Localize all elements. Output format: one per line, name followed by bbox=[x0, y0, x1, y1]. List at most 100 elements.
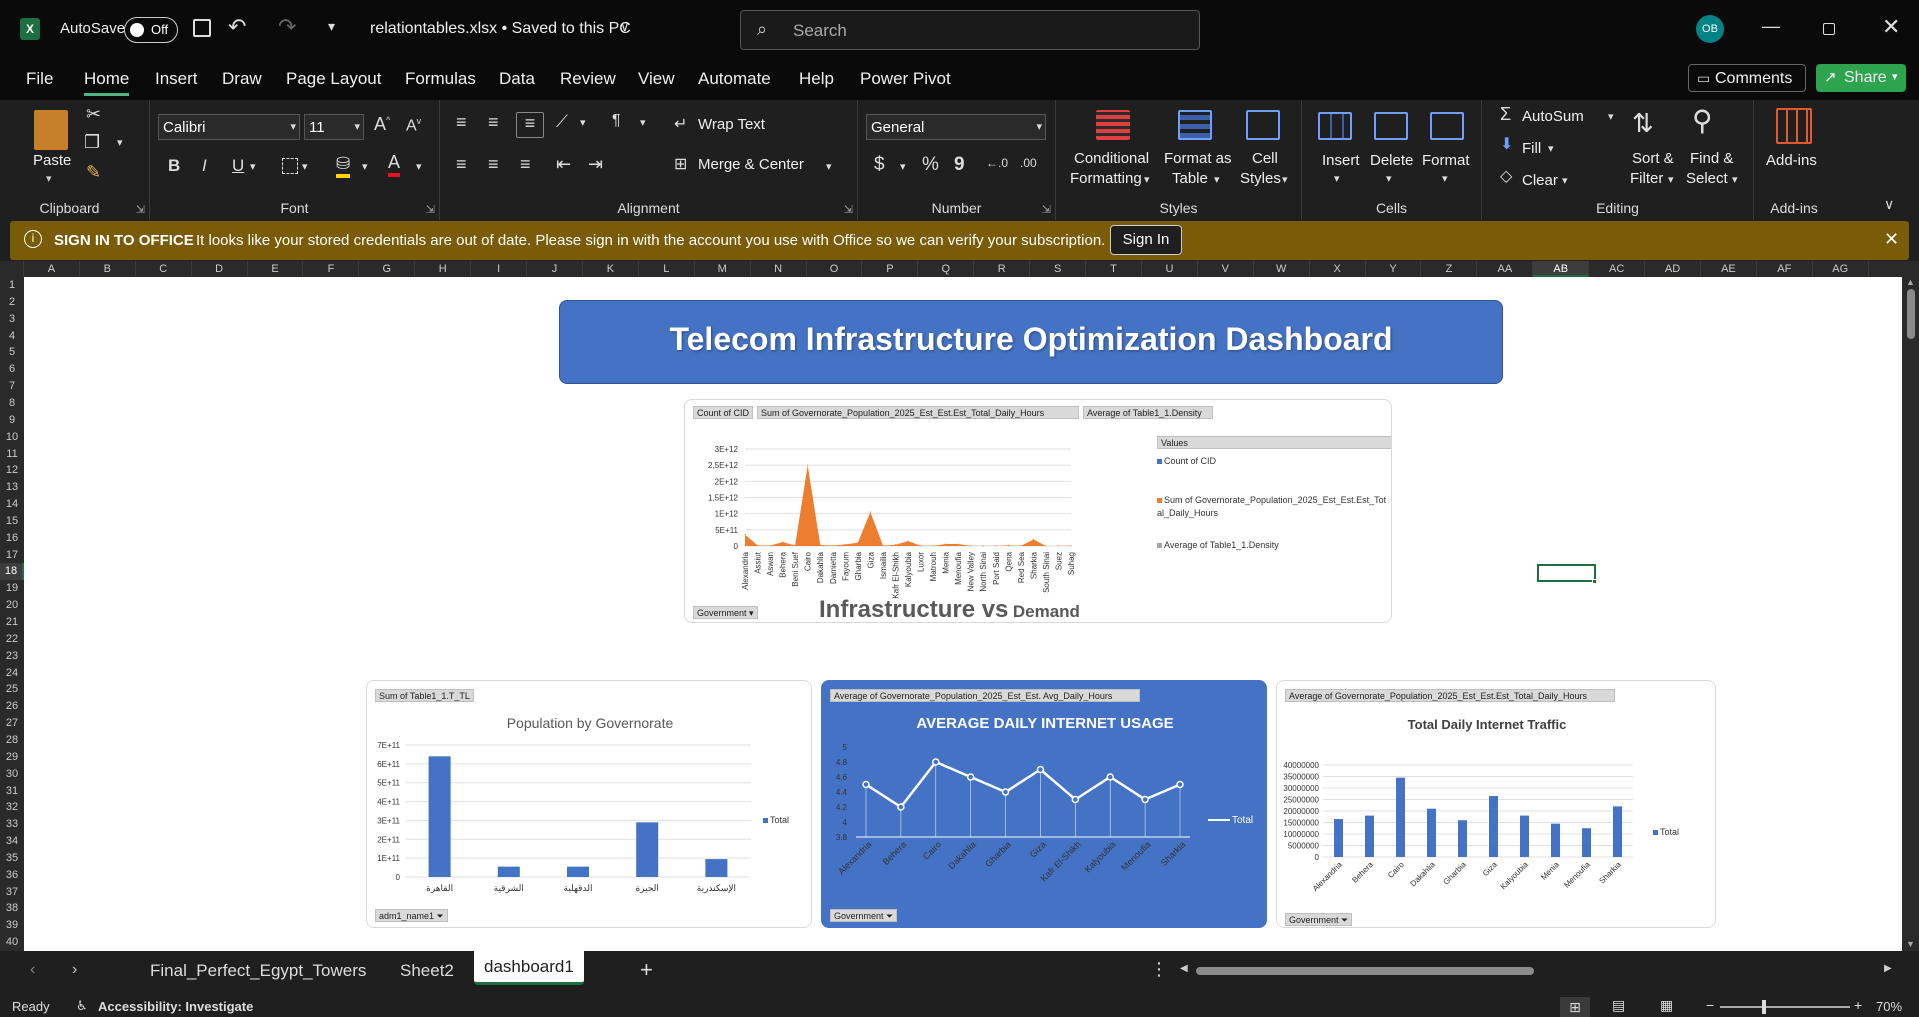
search-box[interactable]: ⌕ Search bbox=[740, 10, 1200, 50]
fill-chevron-icon[interactable]: ▾ bbox=[1548, 142, 1554, 155]
text-direction-chevron-icon[interactable]: ▾ bbox=[640, 116, 646, 129]
addins-button[interactable]: Add-ins bbox=[1766, 152, 1817, 169]
fill-handle[interactable] bbox=[1592, 579, 1597, 584]
close-icon[interactable]: ✕ bbox=[1882, 14, 1900, 40]
find-select-chevron-icon[interactable]: ▾ bbox=[1732, 173, 1738, 186]
delete-cells-chevron-icon[interactable]: ▾ bbox=[1386, 172, 1392, 185]
cell-styles-line1[interactable]: Cell bbox=[1252, 150, 1278, 167]
decrease-indent-icon[interactable]: ⇤ bbox=[556, 154, 571, 175]
format-cells-icon[interactable] bbox=[1430, 112, 1464, 140]
align-center-icon[interactable]: ≡ bbox=[488, 154, 499, 175]
column-header[interactable]: AC bbox=[1589, 261, 1646, 277]
row-header[interactable]: 27 bbox=[0, 715, 24, 732]
row-header[interactable]: 15 bbox=[0, 513, 24, 530]
tab-prev-icon[interactable]: ‹ bbox=[30, 961, 35, 979]
share-button[interactable]: ↗ Share ▾ bbox=[1816, 64, 1906, 92]
column-header[interactable]: K bbox=[583, 261, 639, 277]
column-header[interactable]: AA bbox=[1477, 261, 1534, 277]
align-top-icon[interactable]: ≡ bbox=[456, 112, 467, 133]
increase-font-icon[interactable]: A^ bbox=[374, 114, 390, 135]
row-header[interactable]: 20 bbox=[0, 597, 24, 614]
addins-icon[interactable] bbox=[1776, 108, 1812, 144]
sheet-tab[interactable]: Final_Perfect_Egypt_Towers bbox=[140, 951, 376, 991]
column-header[interactable]: V bbox=[1198, 261, 1254, 277]
axis-button-government-usage[interactable]: Government ⏷ bbox=[830, 909, 898, 922]
increase-decimal-icon[interactable]: ←.0 bbox=[986, 156, 1008, 170]
comma-button[interactable]: 9 bbox=[954, 154, 965, 176]
merge-center-button[interactable]: Merge & Center bbox=[698, 156, 804, 173]
row-header[interactable]: 14 bbox=[0, 496, 24, 513]
accessibility-status[interactable]: Accessibility: Investigate bbox=[98, 999, 253, 1014]
cell-styles-icon[interactable] bbox=[1246, 110, 1280, 140]
row-header[interactable]: 36 bbox=[0, 867, 24, 884]
zoom-level[interactable]: 70% bbox=[1876, 999, 1902, 1014]
zoom-in-icon[interactable]: + bbox=[1854, 997, 1862, 1013]
row-header[interactable]: 19 bbox=[0, 580, 24, 597]
bold-button[interactable]: B bbox=[168, 156, 180, 176]
format-as-table-line1[interactable]: Format as bbox=[1164, 150, 1232, 167]
row-header[interactable]: 22 bbox=[0, 631, 24, 648]
add-sheet-icon[interactable]: + bbox=[640, 957, 653, 983]
column-header[interactable]: F bbox=[304, 261, 360, 277]
menu-home[interactable]: Home bbox=[84, 69, 130, 96]
column-header[interactable]: M bbox=[695, 261, 751, 277]
italic-button[interactable]: I bbox=[202, 156, 207, 176]
axis-button-government-traffic[interactable]: Government ⏷ bbox=[1285, 913, 1353, 926]
row-header[interactable]: 16 bbox=[0, 530, 24, 547]
font-color-icon[interactable]: A bbox=[388, 152, 401, 177]
column-header[interactable]: D bbox=[192, 261, 248, 277]
insert-cells-chevron-icon[interactable]: ▾ bbox=[1334, 172, 1340, 185]
row-header[interactable]: 7 bbox=[0, 378, 24, 395]
menu-view[interactable]: View bbox=[638, 69, 675, 89]
row-header[interactable]: 23 bbox=[0, 648, 24, 665]
paste-icon[interactable] bbox=[34, 110, 68, 150]
wrap-text-icon[interactable]: ↵ bbox=[674, 114, 687, 134]
scroll-down-icon[interactable]: ▼ bbox=[1906, 939, 1915, 949]
row-header[interactable]: 5 bbox=[0, 344, 24, 361]
clear-button[interactable]: Clear bbox=[1522, 172, 1558, 189]
column-header[interactable]: AG bbox=[1813, 261, 1869, 277]
customize-qat-icon[interactable]: ▾ bbox=[328, 18, 335, 35]
row-header[interactable]: 38 bbox=[0, 900, 24, 917]
clear-icon[interactable]: ◇ bbox=[1500, 166, 1512, 186]
normal-view-icon[interactable]: ⊞ bbox=[1560, 997, 1590, 1017]
clipboard-launcher-icon[interactable]: ⇲ bbox=[136, 203, 145, 216]
orientation-chevron-icon[interactable]: ▾ bbox=[580, 116, 586, 129]
vertical-scroll-thumb[interactable] bbox=[1907, 289, 1915, 339]
row-header[interactable]: 40 bbox=[0, 934, 24, 951]
minimize-icon[interactable]: — bbox=[1762, 16, 1780, 37]
merge-icon[interactable]: ⊞ bbox=[674, 154, 687, 174]
undo-icon[interactable]: ↶ bbox=[228, 14, 246, 40]
increase-indent-icon[interactable]: ⇥ bbox=[588, 154, 603, 175]
cell-styles-chevron-icon[interactable]: ▾ bbox=[1282, 173, 1288, 186]
row-header[interactable]: 17 bbox=[0, 547, 24, 564]
zoom-slider[interactable] bbox=[1720, 1000, 1850, 1014]
selected-cell[interactable] bbox=[1537, 564, 1596, 582]
page-break-icon[interactable]: ▦ bbox=[1660, 997, 1673, 1014]
paste-label[interactable]: Paste bbox=[33, 152, 71, 169]
tab-next-icon[interactable]: › bbox=[72, 961, 77, 979]
comments-button[interactable]: ▭ Comments bbox=[1688, 64, 1806, 92]
currency-button[interactable]: $ bbox=[874, 154, 885, 176]
number-format-select[interactable]: General ▾ bbox=[866, 114, 1046, 140]
menu-file[interactable]: File bbox=[26, 69, 53, 89]
menu-data[interactable]: Data bbox=[499, 69, 535, 89]
format-painter-icon[interactable]: ✎ bbox=[86, 162, 101, 183]
axis-button-government[interactable]: Government ▾ bbox=[693, 606, 758, 619]
column-header[interactable]: N bbox=[751, 261, 807, 277]
zoom-slider-thumb[interactable] bbox=[1762, 1000, 1766, 1014]
copy-chevron-icon[interactable]: ▾ bbox=[117, 136, 123, 149]
column-header[interactable]: G bbox=[359, 261, 416, 277]
fill-color-icon[interactable]: ⛁ bbox=[336, 154, 351, 178]
wrap-text-button[interactable]: Wrap Text bbox=[698, 116, 765, 133]
row-header[interactable]: 25 bbox=[0, 681, 24, 698]
orientation-icon[interactable]: ⟋ bbox=[556, 112, 568, 132]
row-header[interactable]: 33 bbox=[0, 816, 24, 833]
borders-chevron-icon[interactable]: ▾ bbox=[302, 160, 308, 173]
align-bottom-icon[interactable]: ≡ bbox=[516, 112, 544, 138]
borders-icon[interactable] bbox=[282, 158, 298, 174]
infrastructure-demand-chart[interactable]: Count of CID Sum of Governorate_Populati… bbox=[684, 399, 1392, 623]
text-direction-icon[interactable]: ¶ bbox=[612, 112, 621, 130]
row-header[interactable]: 11 bbox=[0, 446, 24, 463]
find-select-line2[interactable]: Select bbox=[1686, 170, 1728, 187]
